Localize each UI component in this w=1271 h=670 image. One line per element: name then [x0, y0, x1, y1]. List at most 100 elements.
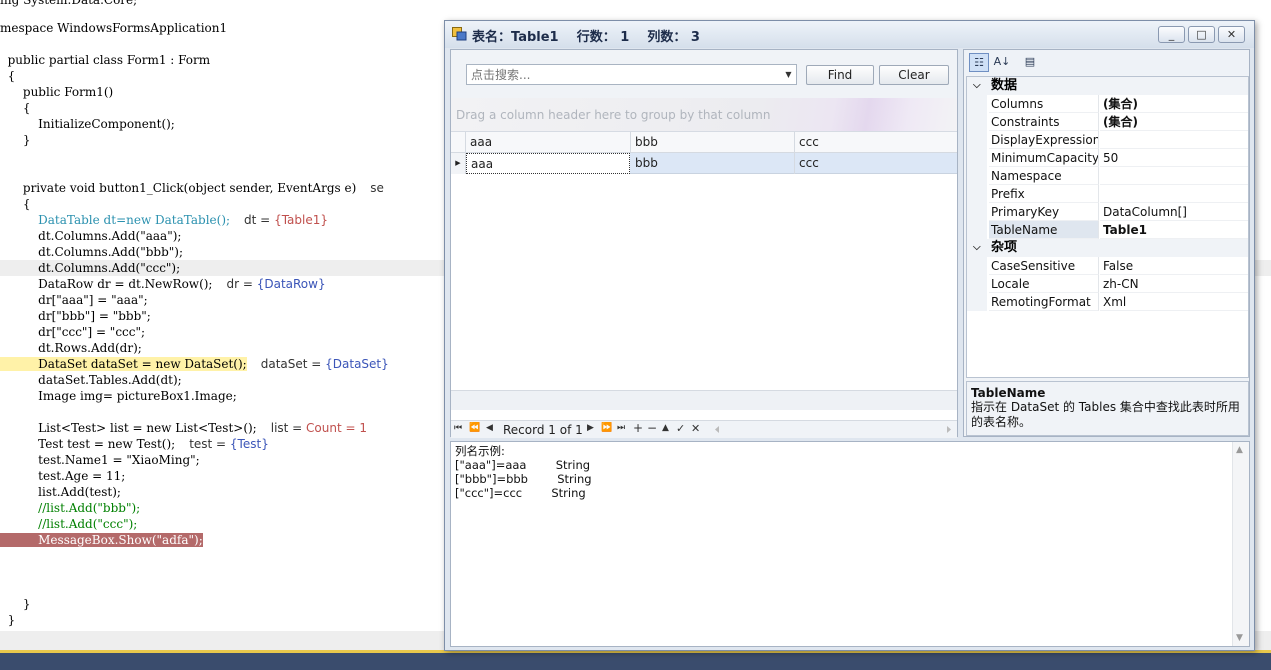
code-line: list.Add(test); — [0, 485, 121, 499]
property-grid: ☷ A↓ ▤ ⌵ 数据 Columns (集合) Constraints (集合) … — [963, 49, 1250, 437]
scroll-down-icon[interactable]: ▼ — [1236, 633, 1243, 643]
table-row[interactable]: ▶ aaa bbb ccc — [451, 153, 957, 174]
property-value[interactable]: (集合) — [1100, 113, 1248, 131]
close-button[interactable]: ✕ — [1218, 26, 1245, 43]
last-page-icon[interactable]: ⏭ — [617, 423, 625, 433]
scroll-up-icon[interactable]: ▲ — [1236, 445, 1243, 455]
property-name: Prefix — [989, 185, 1099, 203]
code-line: } — [0, 133, 31, 147]
property-value[interactable]: Table1 — [1100, 221, 1248, 239]
previous-page-icon[interactable]: ⏪ — [469, 423, 480, 433]
code-line-comment: //list.Add("ccc"); — [0, 517, 138, 531]
first-page-icon[interactable]: ⏮ — [454, 423, 462, 433]
column-header[interactable]: aaa — [466, 132, 631, 153]
code-text-highlighted: DataSet dataSet = new DataSet(); — [0, 357, 247, 371]
property-row[interactable]: Namespace — [967, 167, 1248, 185]
table-icon — [452, 27, 467, 41]
description-title: TableName — [971, 386, 1046, 400]
property-row[interactable]: CaseSensitive False — [967, 257, 1248, 275]
horizontal-scrollbar[interactable] — [713, 423, 953, 436]
datatip-value: {Test} — [229, 437, 269, 451]
datatip-test[interactable]: test = {Test} — [189, 437, 269, 451]
property-value[interactable] — [1100, 185, 1248, 203]
code-line: } — [0, 613, 16, 627]
column-header[interactable]: bbb — [631, 132, 795, 153]
categorized-icon[interactable]: ☷ — [969, 53, 989, 72]
record-navigator: ⏮ ⏪ ◀ Record 1 of 1 ▶ ⏩ ⏭ + − ▲ ✓ ✕ — [451, 420, 957, 438]
property-value[interactable]: DataColumn[] — [1100, 203, 1248, 221]
find-button[interactable]: Find — [806, 65, 874, 85]
property-value[interactable]: 50 — [1100, 149, 1248, 167]
datatip-label: list = — [270, 421, 307, 435]
title-bar[interactable]: 表名：Table1 行数： 1 列数： 3 _ □ ✕ — [445, 21, 1254, 48]
code-text: DataRow dr = dt.NewRow(); — [0, 277, 213, 291]
datatip-value: {Table1} — [274, 213, 328, 227]
property-value[interactable] — [1100, 167, 1248, 185]
property-name: Namespace — [989, 167, 1099, 185]
datatip-dataset[interactable]: dataSet = {DataSet} — [261, 357, 389, 371]
property-category[interactable]: ⌵ 杂项 — [967, 239, 1248, 257]
datatip-dt[interactable]: dt = {Table1} — [244, 213, 328, 227]
code-line: mespace WindowsFormsApplication1 — [0, 21, 228, 35]
code-line: DataRow dr = dt.NewRow(); dr = {DataRow} — [0, 276, 325, 292]
search-input[interactable] — [466, 64, 797, 85]
property-value[interactable] — [1100, 131, 1248, 149]
grid-cell[interactable]: bbb — [631, 153, 795, 174]
datatip-label: dataSet = — [260, 357, 326, 371]
minimize-button[interactable]: _ — [1158, 26, 1185, 43]
edit-record-icon[interactable]: ▲ — [662, 423, 669, 433]
property-row[interactable]: Prefix — [967, 185, 1248, 203]
code-line: dt.Rows.Add(dr); — [0, 341, 142, 355]
grid-cell[interactable]: ccc — [795, 153, 957, 174]
delete-record-icon[interactable]: − — [647, 421, 657, 435]
alphabetical-icon[interactable]: A↓ — [992, 53, 1012, 72]
property-row[interactable]: PrimaryKey DataColumn[] — [967, 203, 1248, 221]
vertical-scrollbar[interactable]: ▲ ▼ — [1232, 442, 1249, 646]
grid-cell[interactable]: aaa — [466, 153, 630, 174]
add-record-icon[interactable]: + — [633, 421, 643, 435]
collapse-icon[interactable]: ⌵ — [973, 77, 981, 95]
property-row-selected[interactable]: TableName Table1 — [967, 221, 1248, 239]
property-row[interactable]: Locale zh-CN — [967, 275, 1248, 293]
next-record-icon[interactable]: ▶ — [587, 423, 594, 433]
property-value[interactable]: (集合) — [1100, 95, 1248, 113]
chevron-down-icon[interactable]: ▼ — [781, 65, 796, 84]
clear-button[interactable]: Clear — [879, 65, 949, 85]
property-category[interactable]: ⌵ 数据 — [967, 77, 1248, 95]
category-name: 杂项 — [991, 240, 1018, 255]
cancel-edit-icon[interactable]: ✕ — [691, 422, 700, 435]
property-row[interactable]: Columns (集合) — [967, 95, 1248, 113]
code-text-breakpoint: MessageBox.Show("adfa"); — [0, 533, 203, 547]
datatip-list[interactable]: list = Count = 1 — [271, 421, 367, 435]
code-line: { — [0, 69, 16, 83]
datatable-visualizer-window[interactable]: 表名：Table1 行数： 1 列数： 3 _ □ ✕ ▼ Find Clear… — [444, 20, 1255, 651]
code-line: dt.Columns.Add("bbb"); — [0, 245, 184, 259]
property-row[interactable]: RemotingFormat Xml — [967, 293, 1248, 311]
property-row[interactable]: DisplayExpression — [967, 131, 1248, 149]
end-edit-icon[interactable]: ✓ — [676, 422, 685, 435]
grid-empty-area — [451, 174, 957, 390]
code-line: DataTable dt=new DataTable(); dt = {Table… — [0, 212, 328, 228]
property-list: ⌵ 数据 Columns (集合) Constraints (集合) Display… — [966, 76, 1249, 378]
property-row[interactable]: MinimumCapacity 50 — [967, 149, 1248, 167]
column-header[interactable]: ccc — [795, 132, 957, 153]
code-line: { — [0, 101, 31, 115]
property-value[interactable]: Xml — [1100, 293, 1248, 311]
property-value[interactable]: zh-CN — [1100, 275, 1248, 293]
property-value[interactable]: False — [1100, 257, 1248, 275]
code-line: public partial class Form1 : Form — [0, 53, 211, 67]
header-indicator — [451, 132, 466, 153]
group-by-panel[interactable]: Drag a column header here to group by th… — [451, 98, 957, 132]
property-row[interactable]: Constraints (集合) — [967, 113, 1248, 131]
previous-record-icon[interactable]: ◀ — [486, 423, 493, 433]
property-pages-icon[interactable]: ▤ — [1020, 53, 1040, 72]
maximize-button[interactable]: □ — [1188, 26, 1215, 43]
datatip-dr[interactable]: dr = {DataRow} — [226, 277, 325, 291]
window-title: 表名：Table1 行数： 1 列数： 3 — [472, 30, 700, 45]
collapse-icon[interactable]: ⌵ — [973, 239, 981, 257]
record-position: Record 1 of 1 — [503, 423, 583, 437]
column-info-textbox[interactable]: 列名示例: ["aaa"]=aaa String ["bbb"]=bbb Str… — [450, 441, 1250, 647]
row-indicator-icon: ▶ — [451, 153, 466, 174]
code-line: } — [0, 597, 31, 611]
next-page-icon[interactable]: ⏩ — [601, 423, 612, 433]
